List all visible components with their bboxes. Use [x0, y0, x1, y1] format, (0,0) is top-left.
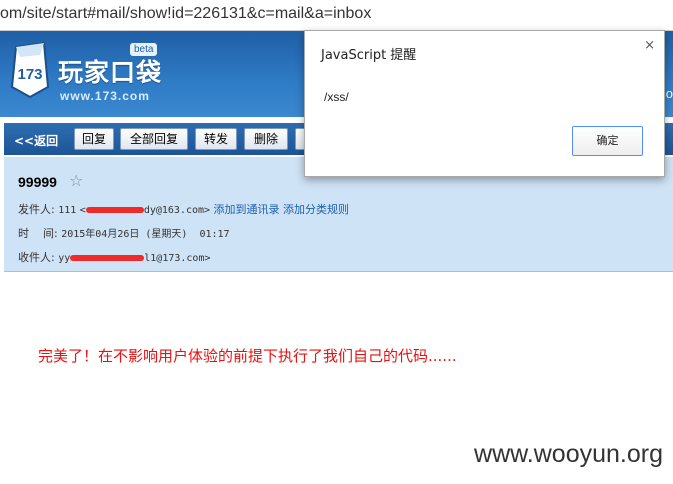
- recipient-prefix: yy: [58, 253, 71, 264]
- sender-email: dy@163.com>: [143, 205, 211, 216]
- star-icon[interactable]: ☆: [69, 171, 83, 190]
- add-contact-link[interactable]: 添加到通讯录: [214, 203, 280, 216]
- header-clipped-text: o: [665, 86, 673, 101]
- time-row: 时 间: 2015年04月26日 (星期天) 01:17: [18, 225, 230, 241]
- logo-number: 173: [17, 66, 42, 83]
- ok-button[interactable]: 确定: [572, 126, 643, 156]
- javascript-alert-dialog: JavaScript 提醒 × /xss/ 确定: [304, 30, 665, 177]
- logo-url: www.173.com: [60, 89, 150, 103]
- address-bar[interactable]: om/site/start#mail/show!id=226131&c=mail…: [0, 0, 673, 31]
- back-button[interactable]: <<返回: [14, 132, 58, 149]
- delete-button[interactable]: 删除: [244, 128, 288, 150]
- sender-name: 111: [58, 205, 77, 216]
- recipient-redaction: [70, 255, 145, 261]
- reply-all-button[interactable]: 全部回复: [120, 128, 188, 150]
- time-label: 时 间:: [18, 227, 58, 240]
- address-bar-url[interactable]: om/site/start#mail/show!id=226131&c=mail…: [0, 5, 371, 23]
- pocket-logo-icon: 173: [10, 41, 50, 99]
- recipient-row: 收件人: yy l1@173.com>: [18, 249, 211, 265]
- sender-row: 发件人: 111 < dy@163.com> 添加到通讯录 添加分类规则: [18, 201, 349, 217]
- alert-title: JavaScript 提醒: [321, 48, 417, 63]
- add-rule-link[interactable]: 添加分类规则: [283, 203, 349, 216]
- body-note: 完美了！在不影响用户体验的前提下执行了我们自己的代码......: [38, 347, 457, 365]
- logo-title: 玩家口袋: [58, 58, 163, 87]
- forward-button[interactable]: 转发: [195, 128, 237, 150]
- reply-button[interactable]: 回复: [74, 128, 114, 150]
- mail-subject: 99999: [18, 174, 57, 190]
- time-value: 2015年04月26日 (星期天) 01:17: [61, 229, 230, 240]
- beta-badge: beta: [130, 43, 158, 56]
- recipient-label: 收件人:: [18, 251, 55, 264]
- watermark: www.wooyun.org: [474, 440, 663, 468]
- sender-label: 发件人:: [18, 203, 55, 216]
- alert-message: /xss/: [324, 90, 349, 104]
- close-icon[interactable]: ×: [644, 38, 655, 53]
- sender-redaction: [85, 207, 144, 213]
- recipient-email: l1@173.com>: [144, 253, 211, 264]
- sender-open-bracket: <: [79, 205, 86, 216]
